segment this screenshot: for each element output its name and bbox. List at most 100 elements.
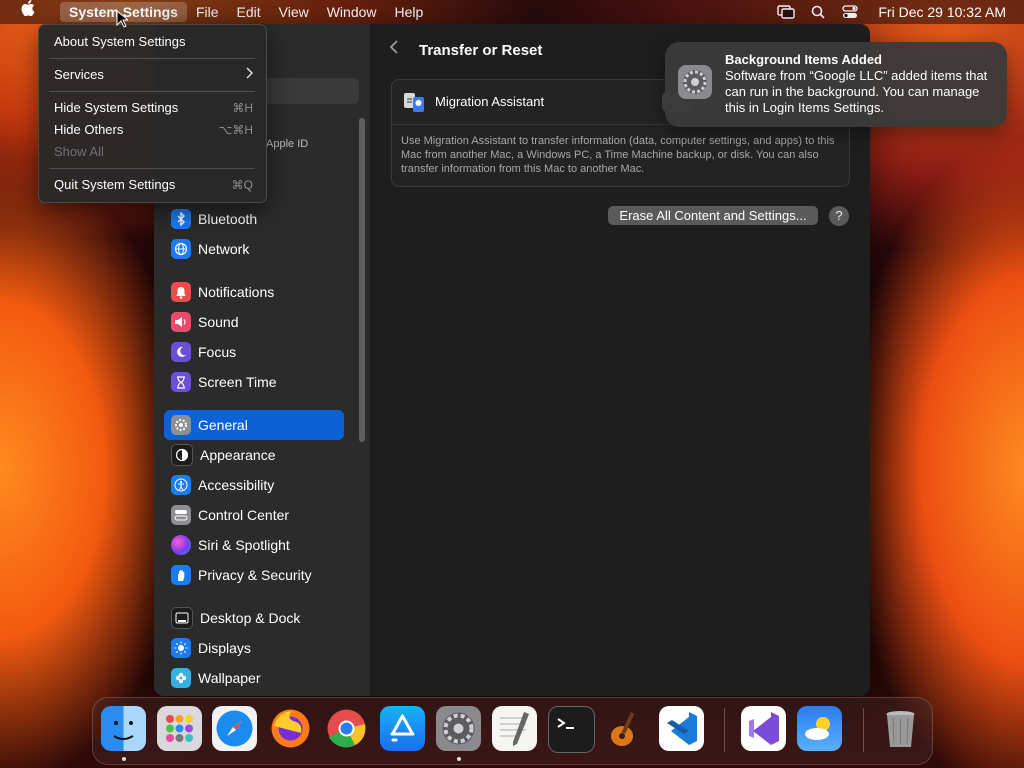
safari-icon[interactable]	[212, 706, 257, 751]
apple-menu-icon[interactable]	[0, 0, 56, 24]
system-settings-icon[interactable]	[436, 706, 481, 751]
menu-item-about[interactable]: About System Settings	[54, 34, 186, 49]
sidebar-item-label: Accessibility	[198, 477, 275, 493]
sidebar-item-desktop-dock[interactable]: Desktop & Dock	[164, 603, 344, 633]
shortcut-quit: ⌘Q	[231, 178, 253, 192]
dock-separator	[863, 708, 864, 752]
sidebar-item-bluetooth[interactable]: Bluetooth	[164, 204, 344, 234]
erase-all-button[interactable]: Erase All Content and Settings...	[608, 206, 818, 225]
apple-id-label[interactable]: Apple ID	[266, 138, 308, 150]
system-settings-icon	[677, 64, 713, 100]
weather-icon[interactable]	[797, 706, 842, 751]
sidebar-item-label: Appearance	[200, 447, 276, 463]
sidebar-item-label: Privacy & Security	[198, 567, 312, 583]
sidebar-item-accessibility[interactable]: Accessibility	[164, 470, 344, 500]
sidebar-item-label: General	[198, 417, 248, 433]
menu-bar-clock[interactable]: Fri Dec 29 10:32 AM	[866, 4, 1024, 20]
migration-assistant-icon	[402, 90, 426, 114]
sidebar-item-label: Wallpaper	[198, 670, 261, 686]
sidebar-item-screen-time[interactable]: Screen Time	[164, 367, 344, 397]
dock-icon	[171, 607, 193, 629]
sidebar-item-label: Bluetooth	[198, 211, 258, 227]
sidebar-item-label: Control Center	[198, 507, 290, 523]
spotlight-search-icon[interactable]	[806, 0, 830, 24]
menu-view[interactable]: View	[270, 0, 318, 24]
migration-description: Use Migration Assistant to transfer info…	[401, 135, 835, 175]
notification-title: Background Items Added	[725, 52, 882, 67]
menu-item-hide[interactable]: Hide System Settings	[54, 100, 178, 115]
moon-icon	[171, 342, 191, 362]
sidebar-item-displays[interactable]: Displays	[164, 633, 344, 663]
bluetooth-icon	[171, 209, 191, 229]
sidebar-item-label: Notifications	[198, 284, 275, 300]
app-store-icon[interactable]	[380, 706, 425, 751]
control-center-icon	[171, 505, 191, 525]
menu-edit[interactable]: Edit	[228, 0, 270, 24]
sidebar-scrollbar[interactable]	[359, 118, 365, 442]
menu-separator	[49, 168, 255, 169]
garageband-icon[interactable]	[604, 706, 649, 751]
accessibility-icon	[171, 475, 191, 495]
menu-item-quit[interactable]: Quit System Settings	[54, 177, 175, 192]
terminal-icon[interactable]	[548, 706, 595, 753]
running-indicator	[122, 757, 126, 761]
sidebar-item-label: Desktop & Dock	[200, 610, 301, 626]
menu-separator	[49, 91, 255, 92]
control-center-icon[interactable]	[838, 0, 862, 24]
sidebar-item-general[interactable]: General	[164, 410, 344, 440]
menu-window[interactable]: Window	[318, 0, 386, 24]
launchpad-icon[interactable]	[157, 706, 202, 751]
sidebar-item-siri-spotlight[interactable]: Siri & Spotlight	[164, 530, 344, 560]
firefox-icon[interactable]	[268, 706, 313, 751]
sun-icon	[171, 638, 191, 658]
shortcut-hide-others: ⌥⌘H	[218, 123, 254, 137]
sidebar-item-label: Sound	[198, 314, 239, 330]
help-button[interactable]: ?	[829, 206, 849, 226]
menu-item-services[interactable]: Services	[54, 67, 104, 82]
sidebar-item-label: Siri & Spotlight	[198, 537, 290, 553]
textedit-icon[interactable]	[492, 706, 537, 751]
dock	[92, 697, 933, 765]
sidebar-item-control-center[interactable]: Control Center	[164, 500, 344, 530]
page-title: Transfer or Reset	[419, 42, 543, 59]
chevron-right-icon	[246, 67, 254, 82]
app-menu-dropdown: About System Settings Services Hide Syst…	[38, 24, 267, 203]
sidebar-item-wallpaper[interactable]: Wallpaper	[164, 663, 344, 693]
appearance-icon	[171, 444, 193, 466]
screen-mirroring-icon[interactable]	[774, 0, 798, 24]
sidebar-item-privacy-security[interactable]: Privacy & Security	[164, 560, 344, 590]
menu-help[interactable]: Help	[386, 0, 433, 24]
mouse-cursor-icon	[116, 9, 130, 33]
sidebar-item-appearance[interactable]: Appearance	[164, 440, 344, 470]
back-chevron-icon[interactable]	[389, 38, 399, 61]
finder-icon[interactable]	[101, 706, 146, 751]
hand-icon	[171, 565, 191, 585]
sidebar-item-label: Screen Time	[198, 374, 277, 390]
notification-body: Software from “Google LLC” added items t…	[725, 68, 988, 115]
menu-separator	[49, 58, 255, 59]
menu-item-show-all: Show All	[54, 144, 104, 159]
sidebar-item-label: Network	[198, 241, 250, 257]
dock-separator	[724, 708, 725, 752]
siri-icon	[171, 535, 191, 555]
sidebar-item-notifications[interactable]: Notifications	[164, 277, 344, 307]
bell-icon	[171, 282, 191, 302]
flower-icon	[171, 668, 191, 688]
speaker-icon	[171, 312, 191, 332]
trash-icon[interactable]	[878, 706, 923, 751]
sidebar-item-label: Focus	[198, 344, 237, 360]
sidebar-item-label: Displays	[198, 640, 251, 656]
hourglass-icon	[171, 372, 191, 392]
sidebar-item-focus[interactable]: Focus	[164, 337, 344, 367]
menu-bar: System Settings File Edit View Window He…	[0, 0, 1024, 24]
chrome-icon[interactable]	[324, 706, 369, 751]
gear-icon	[171, 415, 191, 435]
menu-file[interactable]: File	[187, 0, 228, 24]
vscode-icon[interactable]	[659, 706, 704, 751]
sidebar-item-sound[interactable]: Sound	[164, 307, 344, 337]
sidebar-item-network[interactable]: Network	[164, 234, 344, 264]
visual-studio-icon[interactable]	[741, 706, 786, 751]
notification-banner[interactable]: Background Items Added Software from “Go…	[665, 42, 1007, 127]
globe-icon	[171, 239, 191, 259]
menu-item-hide-others[interactable]: Hide Others	[54, 122, 123, 137]
